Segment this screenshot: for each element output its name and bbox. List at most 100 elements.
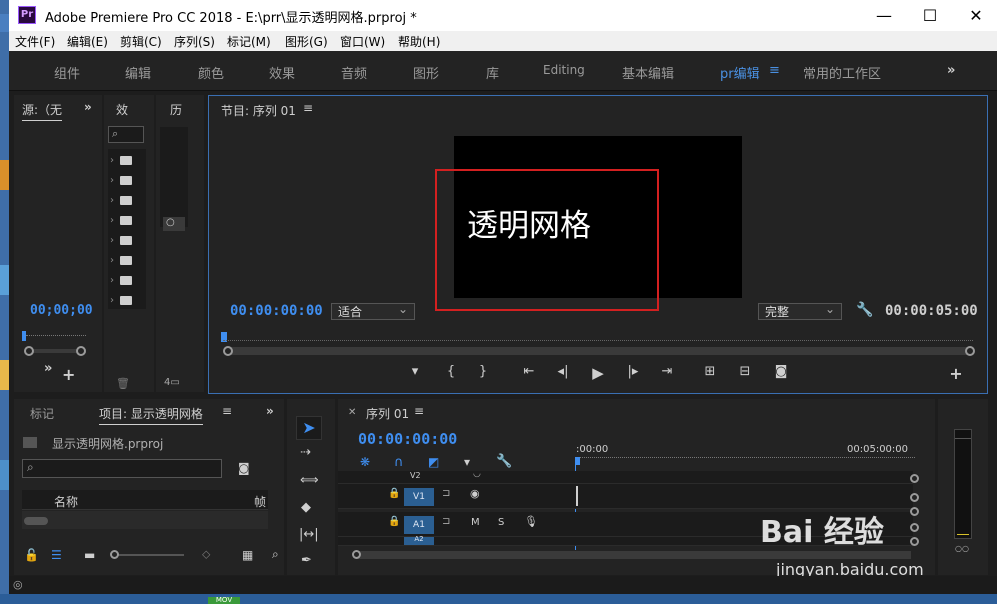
close-tab-icon[interactable]: ✕: [348, 407, 356, 418]
slip-tool-icon[interactable]: |↔|: [299, 527, 319, 542]
panel-overflow-icon[interactable]: »: [84, 100, 92, 114]
effects-search-input[interactable]: ⌕: [108, 126, 144, 143]
menu-help[interactable]: 帮助(H): [398, 33, 440, 50]
menu-graphics[interactable]: 图形(G): [285, 33, 328, 50]
sequence-tab[interactable]: 序列 01: [366, 405, 409, 422]
menu-clip[interactable]: 剪辑(C): [120, 33, 162, 50]
step-back-icon[interactable]: ◂|: [553, 364, 573, 379]
workspace-tab-libraries[interactable]: 库: [486, 63, 499, 82]
program-zoom-bar[interactable]: [227, 347, 969, 355]
timeline-marker-icon[interactable]: ▾: [464, 455, 470, 469]
sort-icons-icon[interactable]: ⬦: [202, 547, 210, 562]
effects-folder[interactable]: ›: [110, 275, 132, 287]
quality-select[interactable]: 完整: [758, 301, 842, 320]
column-frame-header[interactable]: 帧: [254, 493, 266, 510]
microphone-icon[interactable]: 🎙: [524, 515, 538, 528]
track-select-tool-icon[interactable]: ⇢: [300, 445, 311, 460]
zoom-handle-left[interactable]: [24, 346, 34, 356]
timeline-timecode[interactable]: 00:00:00:00: [358, 430, 457, 448]
source-timecode[interactable]: 00;00;00: [30, 303, 93, 318]
step-forward-icon[interactable]: |▸: [623, 364, 643, 379]
project-panel-menu-icon[interactable]: ≡: [222, 404, 232, 418]
thumbnail-size-handle[interactable]: [110, 550, 119, 559]
track-sync-icon[interactable]: ⊐: [442, 516, 450, 527]
icon-view-icon[interactable]: ▬: [84, 548, 95, 562]
effects-folder[interactable]: ›: [110, 175, 132, 187]
track-height-knob[interactable]: [910, 493, 919, 502]
effects-folder[interactable]: ›: [110, 195, 132, 207]
close-button[interactable]: ✕: [953, 0, 997, 31]
program-timecode-current[interactable]: 00:00:00:00: [230, 303, 323, 319]
track-height-knob[interactable]: [910, 537, 919, 546]
workspace-tab-common[interactable]: 常用的工作区: [803, 63, 881, 82]
mark-out-icon[interactable]: }: [473, 364, 493, 379]
timeline-settings-wrench-icon[interactable]: 🔧: [496, 454, 512, 469]
markers-tab[interactable]: 标记: [30, 405, 54, 422]
program-panel-menu-icon[interactable]: ≡: [303, 101, 313, 115]
list-view-icon[interactable]: ☰: [51, 548, 62, 562]
workspace-tab-pr-edit[interactable]: pr编辑: [720, 63, 760, 82]
workspace-tab-effects[interactable]: 效果: [269, 63, 295, 82]
source-overflow-icon[interactable]: »: [44, 361, 52, 376]
go-to-in-icon[interactable]: ⇤: [519, 364, 539, 379]
timeline-playhead-head[interactable]: [575, 457, 580, 465]
find-icon[interactable]: ⌕: [272, 547, 279, 562]
timeline-hscroll[interactable]: [356, 551, 911, 559]
program-tab[interactable]: 节目: 序列 01: [221, 102, 296, 119]
project-search-input[interactable]: ⌕: [22, 459, 222, 478]
program-zoom-handle-right[interactable]: [965, 346, 975, 356]
workspace-tab-assembly[interactable]: 组件: [54, 63, 80, 82]
mark-in-icon[interactable]: {: [441, 364, 461, 379]
source-tab[interactable]: 源:（无: [22, 101, 63, 121]
menu-marker[interactable]: 标记(M): [227, 33, 271, 50]
snap-icon[interactable]: ∩: [394, 455, 404, 470]
meter-solo-icons[interactable]: ○○: [955, 544, 969, 553]
automate-to-sequence-icon[interactable]: ▦: [242, 548, 253, 562]
timeline-scroll-handle-left[interactable]: [352, 550, 361, 559]
extract-icon[interactable]: ⊟: [735, 364, 755, 379]
playhead-marker[interactable]: [22, 331, 26, 341]
selection-tool-icon[interactable]: ➤: [296, 416, 322, 440]
effects-folder[interactable]: ›: [110, 215, 132, 227]
nest-icon[interactable]: ❋: [360, 455, 370, 469]
thumbnail-size-slider[interactable]: [114, 554, 184, 556]
track-height-knob[interactable]: [910, 507, 919, 516]
menu-window[interactable]: 窗口(W): [340, 33, 385, 50]
add-button-icon[interactable]: +: [62, 365, 75, 384]
workspace-tab-color[interactable]: 颜色: [198, 63, 224, 82]
workspace-menu-icon[interactable]: ≡: [769, 63, 780, 78]
effects-folder[interactable]: ›: [110, 255, 132, 267]
track-target-a1[interactable]: A1: [404, 516, 434, 534]
program-zoom-handle-left[interactable]: [223, 346, 233, 356]
wrench-icon[interactable]: 🔧: [856, 302, 873, 318]
workspace-tab-editing-en[interactable]: Editing: [543, 63, 585, 77]
effects-tab[interactable]: 效: [116, 101, 128, 118]
pen-tool-icon[interactable]: ✒: [301, 553, 312, 568]
track-height-knob[interactable]: [910, 523, 919, 532]
lift-icon[interactable]: ⊞: [700, 364, 720, 379]
go-to-out-icon[interactable]: ⇥: [657, 364, 677, 379]
track-target-v1[interactable]: V1: [404, 488, 434, 506]
trash-icon[interactable]: 🗑: [116, 377, 130, 390]
new-search-bin-icon[interactable]: ◙: [238, 461, 250, 475]
razor-tool-icon[interactable]: ◆: [301, 500, 311, 515]
eye-icon[interactable]: ◉: [470, 487, 480, 500]
workspace-tab-audio[interactable]: 音频: [341, 63, 367, 82]
lock-icon[interactable]: 🔓: [24, 548, 39, 562]
track-visibility-icon[interactable]: ◡: [473, 469, 481, 479]
workspace-tab-basic-edit[interactable]: 基本编辑: [622, 63, 674, 82]
track-sync-icon[interactable]: ⊐: [442, 488, 450, 499]
effects-folder[interactable]: ›: [110, 235, 132, 247]
history-tab[interactable]: 历: [170, 101, 182, 118]
fit-select[interactable]: 适合: [331, 301, 415, 320]
mute-button[interactable]: M: [471, 517, 480, 528]
clip-edge[interactable]: [576, 486, 578, 506]
project-hscroll[interactable]: [24, 517, 48, 525]
solo-button[interactable]: S: [498, 517, 504, 528]
workspace-tab-editing[interactable]: 编辑: [125, 63, 151, 82]
track-lock-icon[interactable]: 🔒: [388, 516, 400, 527]
add-marker-icon[interactable]: ▾: [405, 364, 425, 379]
creative-cloud-icon[interactable]: ◎: [13, 578, 23, 591]
track-lock-icon[interactable]: 🔒: [388, 488, 400, 499]
effects-folder[interactable]: ›: [110, 295, 132, 307]
